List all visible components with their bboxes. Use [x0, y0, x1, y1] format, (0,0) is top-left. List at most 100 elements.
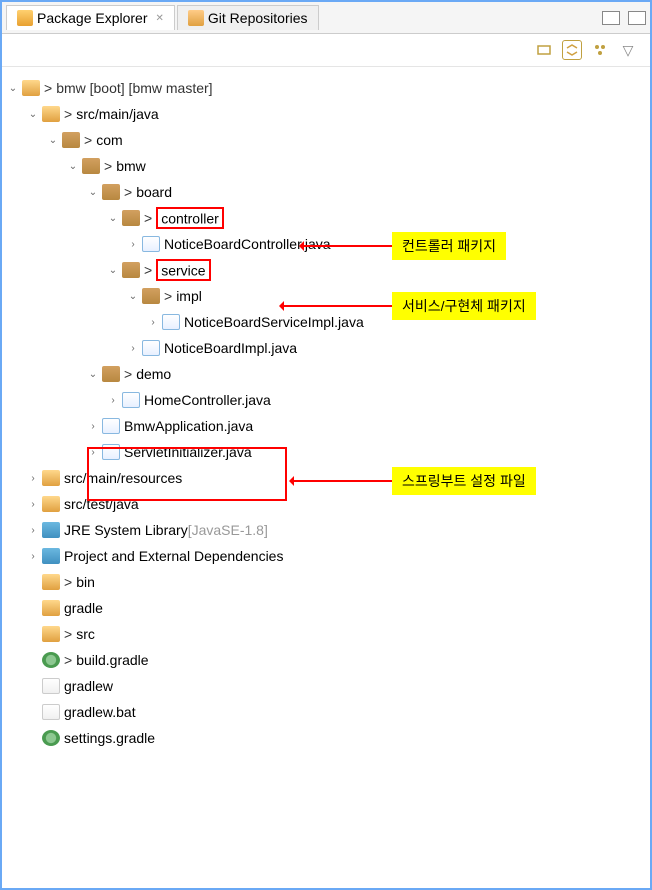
package-icon: [102, 184, 120, 200]
expand-icon[interactable]: ›: [126, 341, 140, 355]
expand-icon[interactable]: ⌄: [106, 211, 120, 225]
expand-icon[interactable]: ›: [26, 549, 40, 563]
node-label: src/test/java: [64, 496, 139, 512]
node-label: controller: [161, 211, 219, 227]
package-icon: [62, 132, 80, 148]
java-file-icon: [142, 236, 160, 252]
package-explorer-icon: [17, 10, 33, 26]
tree-node-gradle[interactable]: › gradle: [6, 595, 646, 621]
source-folder-icon: [42, 106, 60, 122]
tree-node-jrelibrary[interactable]: › JRE System Library [JavaSE-1.8]: [6, 517, 646, 543]
node-label: settings.gradle: [64, 730, 155, 746]
node-label: board: [136, 184, 172, 200]
tab-label: Git Repositories: [208, 10, 308, 26]
tree-node-servletinitializer[interactable]: › ServletInitializer.java: [6, 439, 646, 465]
java-file-icon: [122, 392, 140, 408]
tree-node-demo[interactable]: ⌄ > demo: [6, 361, 646, 387]
expand-icon[interactable]: ›: [106, 393, 120, 407]
expand-icon[interactable]: ⌄: [6, 81, 20, 95]
node-label: ServletInitializer.java: [124, 444, 252, 460]
tree-node-service[interactable]: ⌄ > service: [6, 257, 646, 283]
expand-icon[interactable]: ›: [26, 471, 40, 485]
expand-icon[interactable]: ›: [146, 315, 160, 329]
package-icon: [102, 366, 120, 382]
package-icon: [122, 262, 140, 278]
folder-icon: [42, 626, 60, 642]
tree-node-settingsgradle[interactable]: › settings.gradle: [6, 725, 646, 751]
expand-icon[interactable]: ⌄: [46, 133, 60, 147]
window-buttons: [602, 11, 646, 25]
tree-node-srcmainjava[interactable]: ⌄ > src/main/java: [6, 101, 646, 127]
tree-node-gradlew[interactable]: › gradlew: [6, 673, 646, 699]
expand-icon[interactable]: ›: [26, 497, 40, 511]
expand-icon[interactable]: ›: [126, 237, 140, 251]
tree-node-bmw[interactable]: ⌄ > bmw: [6, 153, 646, 179]
node-label: gradle: [64, 600, 103, 616]
view-menu-button[interactable]: ▽: [618, 40, 638, 60]
tree-node-gradlewbat[interactable]: › gradlew.bat: [6, 699, 646, 725]
source-folder-icon: [42, 496, 60, 512]
tab-label: Package Explorer: [37, 10, 148, 26]
project-icon: [22, 80, 40, 96]
tree-node-project[interactable]: ⌄ > bmw [boot] [bmw master]: [6, 75, 646, 101]
folder-icon: [42, 574, 60, 590]
expand-icon[interactable]: ›: [86, 419, 100, 433]
library-suffix: [JavaSE-1.8]: [188, 522, 268, 538]
expand-icon[interactable]: ›: [86, 445, 100, 459]
annotation-controller: 컨트롤러 패키지: [302, 232, 506, 260]
node-label: demo: [136, 366, 171, 382]
expand-icon[interactable]: ⌄: [66, 159, 80, 173]
tree-node-controller[interactable]: ⌄ > controller: [6, 205, 646, 231]
annotation-label: 서비스/구현체 패키지: [392, 292, 536, 320]
tree-node-homecontroller[interactable]: › HomeController.java: [6, 387, 646, 413]
node-label: bmw [boot] [bmw master]: [56, 80, 212, 96]
tab-package-explorer[interactable]: Package Explorer ✕: [6, 5, 175, 30]
tree-node-buildgradle[interactable]: › > build.gradle: [6, 647, 646, 673]
minimize-button[interactable]: [602, 11, 620, 25]
node-label: Project and External Dependencies: [64, 548, 283, 564]
tree-node-board[interactable]: ⌄ > board: [6, 179, 646, 205]
node-label: bmw: [116, 158, 146, 174]
gradle-icon: [42, 730, 60, 746]
node-label: build.gradle: [76, 652, 148, 668]
annotation-spring: 스프링부트 설정 파일: [292, 467, 536, 495]
expand-icon[interactable]: ⌄: [106, 263, 120, 277]
gradle-icon: [42, 652, 60, 668]
library-icon: [42, 548, 60, 564]
file-icon: [42, 678, 60, 694]
package-icon: [82, 158, 100, 174]
annotation-label: 컨트롤러 패키지: [392, 232, 506, 260]
node-label: BmwApplication.java: [124, 418, 253, 434]
tree-node-bmwapplication[interactable]: › BmwApplication.java: [6, 413, 646, 439]
package-icon: [122, 210, 140, 226]
focus-button[interactable]: [590, 40, 610, 60]
tree-node-noticeboardimpl[interactable]: › NoticeBoardImpl.java: [6, 335, 646, 361]
node-label: src: [76, 626, 95, 642]
node-label: service: [161, 263, 205, 279]
tree-node-com[interactable]: ⌄ > com: [6, 127, 646, 153]
tab-git-repositories[interactable]: Git Repositories: [177, 5, 319, 30]
node-label: src/main/java: [76, 106, 158, 122]
tree-node-src[interactable]: › > src: [6, 621, 646, 647]
package-explorer-tree: ⌄ > bmw [boot] [bmw master] ⌄ > src/main…: [2, 67, 650, 759]
collapse-all-button[interactable]: [534, 40, 554, 60]
node-label: NoticeBoardImpl.java: [164, 340, 297, 356]
node-label: gradlew: [64, 678, 113, 694]
tree-node-projectdeps[interactable]: › Project and External Dependencies: [6, 543, 646, 569]
expand-icon[interactable]: ⌄: [26, 107, 40, 121]
expand-icon[interactable]: ⌄: [126, 289, 140, 303]
node-label: bin: [76, 574, 95, 590]
node-label: HomeController.java: [144, 392, 271, 408]
tree-node-bin[interactable]: › > bin: [6, 569, 646, 595]
folder-icon: [42, 600, 60, 616]
link-editor-button[interactable]: [562, 40, 582, 60]
maximize-button[interactable]: [628, 11, 646, 25]
expand-icon[interactable]: ⌄: [86, 367, 100, 381]
expand-icon[interactable]: ⌄: [86, 185, 100, 199]
close-icon[interactable]: ✕: [156, 13, 164, 24]
tabs-bar: Package Explorer ✕ Git Repositories: [2, 2, 650, 34]
node-label: JRE System Library: [64, 522, 188, 538]
annotation-label: 스프링부트 설정 파일: [392, 467, 536, 495]
expand-icon[interactable]: ›: [26, 523, 40, 537]
node-label: impl: [176, 288, 202, 304]
